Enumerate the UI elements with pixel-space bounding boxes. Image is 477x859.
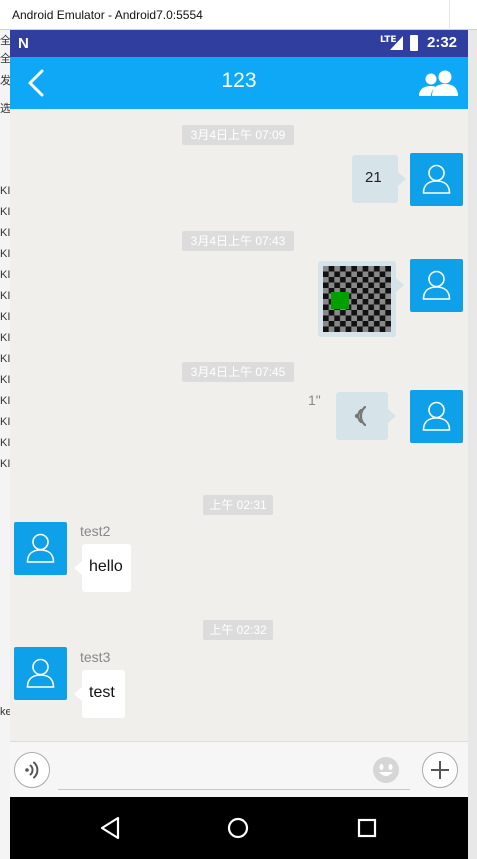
strip-char: KI <box>0 458 10 470</box>
message-input[interactable] <box>58 754 410 790</box>
timestamp: 3月4日上午 07:45 <box>182 362 294 382</box>
input-bar <box>10 741 468 797</box>
window-title: Android Emulator - Android7.0:5554 <box>12 8 203 22</box>
strip-char: KI <box>0 332 10 344</box>
window-close-button[interactable] <box>449 0 469 30</box>
strip-char: 全 <box>0 35 10 47</box>
message-bubble-image[interactable] <box>318 261 404 337</box>
message-text: 21 <box>365 169 382 186</box>
strip-char: KI <box>0 185 10 197</box>
avatar[interactable] <box>14 647 67 700</box>
message-bubble-incoming[interactable]: test <box>74 670 125 718</box>
background-window-strip: 全 全 发 选 KI KI KI KI KI KI KI KI KI KI KI… <box>0 30 10 859</box>
app-bar: 123 <box>10 57 468 109</box>
strip-char: KI <box>0 395 10 407</box>
triangle-back-icon <box>100 816 120 840</box>
strip-char: KI <box>0 374 10 386</box>
timestamp: 上午 02:31 <box>203 495 273 515</box>
plus-icon <box>431 761 449 779</box>
user-icon <box>422 270 451 300</box>
strip-char: KI <box>0 227 10 239</box>
square-recents-icon <box>357 818 377 838</box>
message-bubble-voice[interactable] <box>336 392 396 440</box>
nav-home-button[interactable] <box>226 813 254 843</box>
status-bar: N LTE 2:32 <box>10 30 468 57</box>
battery-icon <box>410 35 418 51</box>
voice-toggle-icon <box>25 761 39 779</box>
sender-name: test3 <box>80 649 111 665</box>
strip-char: 发 <box>0 75 10 87</box>
image-thumbnail <box>323 266 391 332</box>
circle-home-icon <box>227 817 249 839</box>
window-titlebar: Android Emulator - Android7.0:5554 <box>0 0 477 30</box>
message-text: test <box>89 684 115 701</box>
nav-back-button[interactable] <box>98 813 122 843</box>
message-bubble-incoming[interactable]: hello <box>74 544 131 592</box>
status-time: 2:32 <box>427 34 458 51</box>
user-icon <box>26 533 55 563</box>
message-list[interactable]: 3月4日上午 07:09 21 3月4日上午 07:43 3月4日上午 07:4… <box>10 109 468 741</box>
strip-char: KI <box>0 248 10 260</box>
message-bubble-outgoing[interactable]: 21 <box>352 155 406 203</box>
emoji-button[interactable] <box>372 756 400 784</box>
strip-char: KI <box>0 206 10 218</box>
strip-char: 选 <box>0 103 10 115</box>
notification-n-icon: N <box>18 35 29 52</box>
strip-char: KI <box>0 437 10 449</box>
navigation-bar <box>10 797 468 859</box>
strip-char: 全 <box>0 53 10 65</box>
nav-recents-button[interactable] <box>356 813 380 843</box>
strip-char: ke <box>0 706 10 718</box>
avatar[interactable] <box>14 522 67 575</box>
strip-char: KI <box>0 416 10 428</box>
timestamp: 上午 02:32 <box>203 620 273 640</box>
message-text: hello <box>89 558 123 575</box>
strip-char: KI <box>0 269 10 281</box>
user-icon <box>26 658 55 688</box>
strip-char: KI <box>0 290 10 302</box>
avatar[interactable] <box>410 390 463 443</box>
plus-button[interactable] <box>422 752 458 788</box>
group-members-button[interactable] <box>418 69 460 97</box>
chat-title: 123 <box>221 69 257 92</box>
user-icon <box>422 401 451 431</box>
voice-duration: 1" <box>308 392 321 408</box>
strip-char: KI <box>0 311 10 323</box>
avatar[interactable] <box>410 259 463 312</box>
phone-screen: N LTE 2:32 123 3月4日上午 07:09 21 3月4日上午 07… <box>10 30 468 859</box>
sender-name: test2 <box>80 523 111 539</box>
voice-toggle-button[interactable] <box>14 752 50 788</box>
window-right-border <box>468 30 477 859</box>
group-icon <box>419 70 458 96</box>
signal-icon <box>390 36 403 50</box>
timestamp: 3月4日上午 07:43 <box>182 231 294 251</box>
timestamp: 3月4日上午 07:09 <box>182 125 294 145</box>
sound-wave-icon <box>354 405 367 427</box>
emoji-icon <box>373 757 399 783</box>
strip-char: KI <box>0 353 10 365</box>
avatar[interactable] <box>410 153 463 206</box>
user-icon <box>422 164 451 194</box>
